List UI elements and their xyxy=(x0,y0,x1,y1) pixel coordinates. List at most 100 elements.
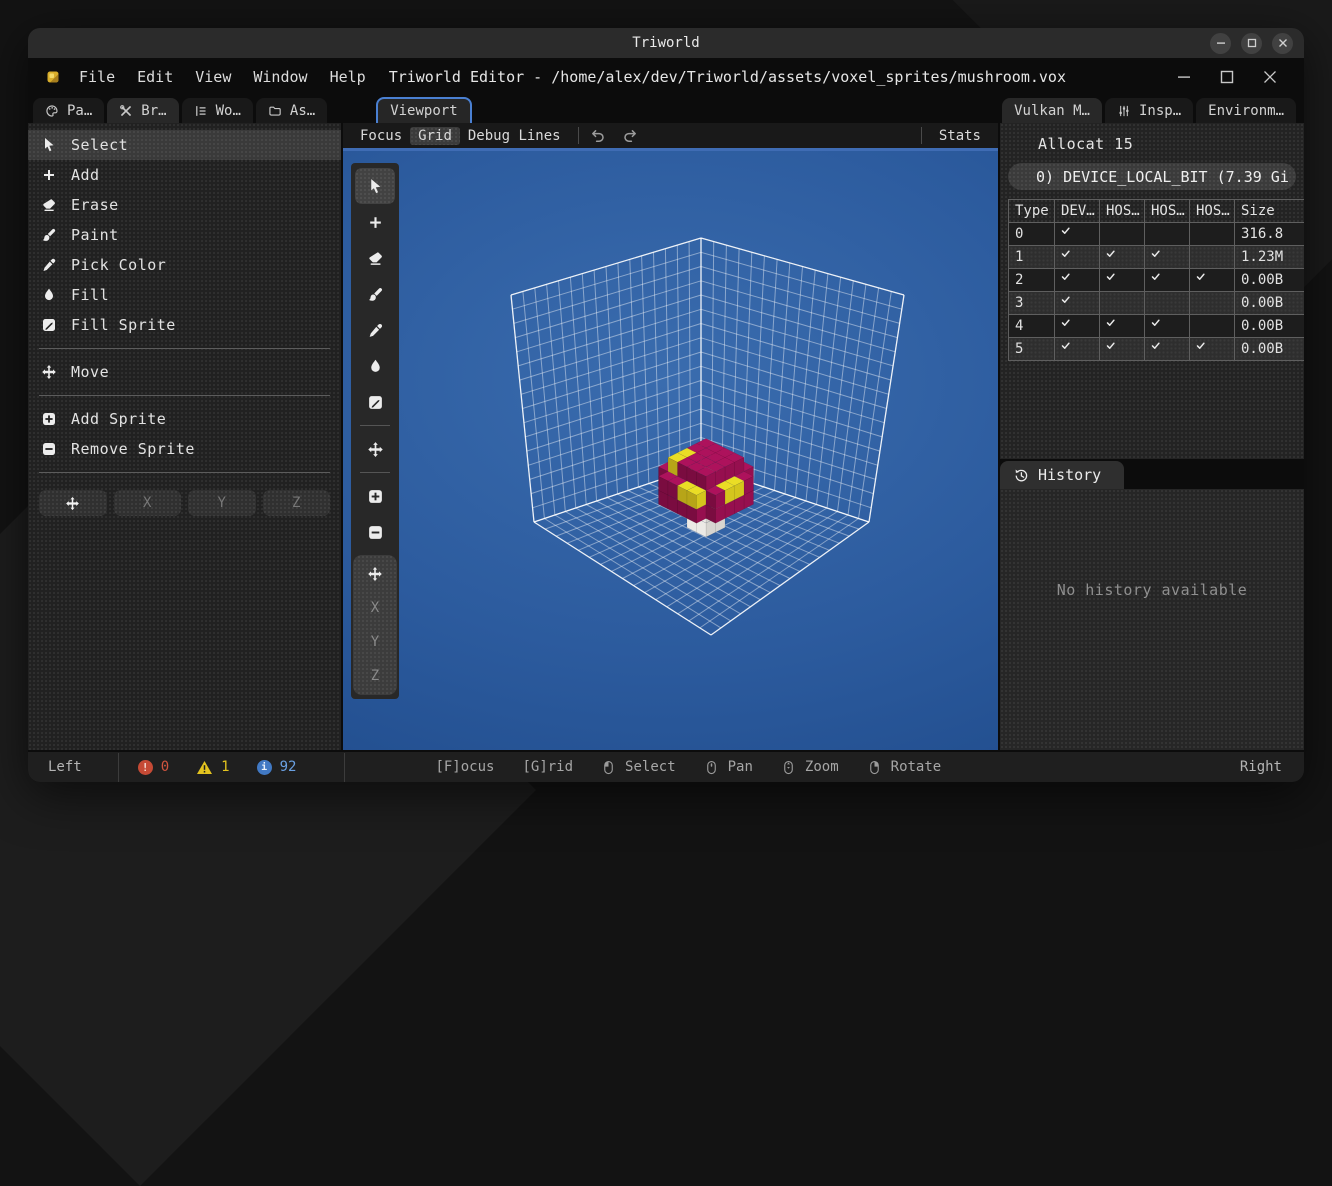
tab-wo[interactable]: Wo… xyxy=(182,98,253,123)
menu-window[interactable]: Window xyxy=(242,68,318,86)
table-row[interactable]: 20.00B xyxy=(1009,269,1305,292)
table-row[interactable]: 50.00B xyxy=(1009,338,1305,361)
side-tool-cursor[interactable] xyxy=(355,168,395,204)
cell-size: 316.8 xyxy=(1235,223,1305,246)
tool-add[interactable]: Add xyxy=(28,160,341,190)
maximize-icon xyxy=(1247,38,1257,48)
side-tool-minus-square[interactable] xyxy=(355,514,395,550)
tab-insp[interactable]: Insp… xyxy=(1105,98,1193,123)
menu-edit[interactable]: Edit xyxy=(126,68,184,86)
vp-focus-button[interactable]: Focus xyxy=(352,127,410,145)
tool-pick-color[interactable]: Pick Color xyxy=(28,250,341,280)
app-maximize-button[interactable] xyxy=(1219,69,1235,85)
viewport-3d-canvas[interactable]: XYZ xyxy=(343,151,998,750)
folder-icon xyxy=(268,104,282,118)
mouse-left-icon xyxy=(601,760,616,775)
menu-file[interactable]: File xyxy=(68,68,126,86)
column-header[interactable]: HOS… xyxy=(1190,200,1235,223)
side-tool-plus[interactable] xyxy=(355,204,395,240)
cell-flag xyxy=(1100,315,1145,338)
wireframe-grid xyxy=(511,238,904,635)
tools-icon xyxy=(119,104,133,118)
undo-button[interactable] xyxy=(590,128,606,144)
side-move-all-button[interactable] xyxy=(355,557,395,591)
vp-grid-button[interactable]: Grid xyxy=(410,127,460,145)
axis-x-button[interactable]: X xyxy=(114,490,182,516)
tab-viewport[interactable]: Viewport xyxy=(376,97,471,123)
tool-fill[interactable]: Fill xyxy=(28,280,341,310)
side-tool-plus-square[interactable] xyxy=(355,478,395,514)
menu-view[interactable]: View xyxy=(184,68,242,86)
column-header[interactable]: Type xyxy=(1009,200,1055,223)
tool-move[interactable]: Move xyxy=(28,357,341,387)
move-all-button[interactable] xyxy=(39,490,107,516)
tab-label: Insp… xyxy=(1139,103,1181,119)
column-header[interactable]: HOS… xyxy=(1145,200,1190,223)
mouse-hint-label: Rotate xyxy=(891,759,942,775)
tab-pa[interactable]: Pa… xyxy=(33,98,104,123)
close-button[interactable] xyxy=(1272,33,1293,54)
warning-count: 1 xyxy=(221,759,229,775)
side-tool-eraser[interactable] xyxy=(355,240,395,276)
side-tool-dropper[interactable] xyxy=(355,312,395,348)
tool-erase[interactable]: Erase xyxy=(28,190,341,220)
vp-stats-button[interactable]: Stats xyxy=(931,127,989,145)
check-icon xyxy=(1061,272,1073,284)
tab-br[interactable]: Br… xyxy=(107,98,178,123)
side-tool-brush[interactable] xyxy=(355,276,395,312)
tool-remove-sprite[interactable]: Remove Sprite xyxy=(28,434,341,464)
axis-label: Y xyxy=(218,495,226,511)
folder-icon xyxy=(268,104,282,118)
column-header[interactable]: DEV… xyxy=(1055,200,1100,223)
status-left-label: Left xyxy=(28,759,118,775)
mouse-hint-rotate: Rotate xyxy=(867,759,942,775)
plus-square-icon xyxy=(41,411,57,427)
axis-y-button[interactable]: Y xyxy=(188,490,256,516)
tool-add-sprite[interactable]: Add Sprite xyxy=(28,404,341,434)
mouse-scroll-icon xyxy=(781,760,796,775)
side-axis-z-button[interactable]: Z xyxy=(355,659,395,693)
status-right-label: Right xyxy=(1240,759,1304,775)
heap-collapsible-header[interactable]: 0) DEVICE_LOCAL_BIT (7.39 Gi xyxy=(1008,163,1296,190)
side-tool-droplet[interactable] xyxy=(355,348,395,384)
app-close-button[interactable] xyxy=(1262,69,1278,85)
error-counter[interactable]: ! 0 xyxy=(138,759,169,775)
move-icon xyxy=(65,496,80,511)
axis-z-button[interactable]: Z xyxy=(263,490,331,516)
column-header[interactable]: HOS… xyxy=(1100,200,1145,223)
side-tool-pencil-square[interactable] xyxy=(355,384,395,420)
info-counter[interactable]: i 92 xyxy=(257,759,297,775)
history-panel: History No history available xyxy=(1000,461,1304,750)
warning-counter[interactable]: 1 xyxy=(196,759,229,775)
side-tool-move[interactable] xyxy=(355,431,395,467)
vp-debug-lines-button[interactable]: Debug Lines xyxy=(460,127,569,145)
history-tab[interactable]: History xyxy=(1000,461,1124,489)
minus-square-icon xyxy=(41,441,57,457)
redo-button[interactable] xyxy=(622,128,638,144)
menu-help[interactable]: Help xyxy=(319,68,377,86)
column-header[interactable]: Size xyxy=(1235,200,1305,223)
maximize-button[interactable] xyxy=(1241,33,1262,54)
cell-flag xyxy=(1100,292,1145,315)
side-axis-y-button[interactable]: Y xyxy=(355,625,395,659)
minimize-button[interactable] xyxy=(1210,33,1231,54)
table-row[interactable]: 0316.8 xyxy=(1009,223,1305,246)
cell-flag xyxy=(1055,292,1100,315)
table-row[interactable]: 30.00B xyxy=(1009,292,1305,315)
tool-paint[interactable]: Paint xyxy=(28,220,341,250)
mouse-scroll-icon xyxy=(781,760,796,775)
tab-as[interactable]: As… xyxy=(256,98,327,123)
tab-environm[interactable]: Environm… xyxy=(1196,98,1296,123)
divider xyxy=(39,472,330,473)
table-row[interactable]: 40.00B xyxy=(1009,315,1305,338)
check-icon xyxy=(1061,226,1073,238)
mouse-hint-zoom: Zoom xyxy=(781,759,839,775)
tool-select[interactable]: Select xyxy=(28,130,341,160)
table-row[interactable]: 11.23M xyxy=(1009,246,1305,269)
system-titlebar[interactable]: Triworld xyxy=(28,28,1304,58)
tool-fill-sprite[interactable]: Fill Sprite xyxy=(28,310,341,340)
app-minimize-button[interactable] xyxy=(1176,69,1192,85)
cell-flag xyxy=(1055,223,1100,246)
tab-vulkan-m[interactable]: Vulkan M… xyxy=(1002,98,1102,123)
side-axis-x-button[interactable]: X xyxy=(355,591,395,625)
